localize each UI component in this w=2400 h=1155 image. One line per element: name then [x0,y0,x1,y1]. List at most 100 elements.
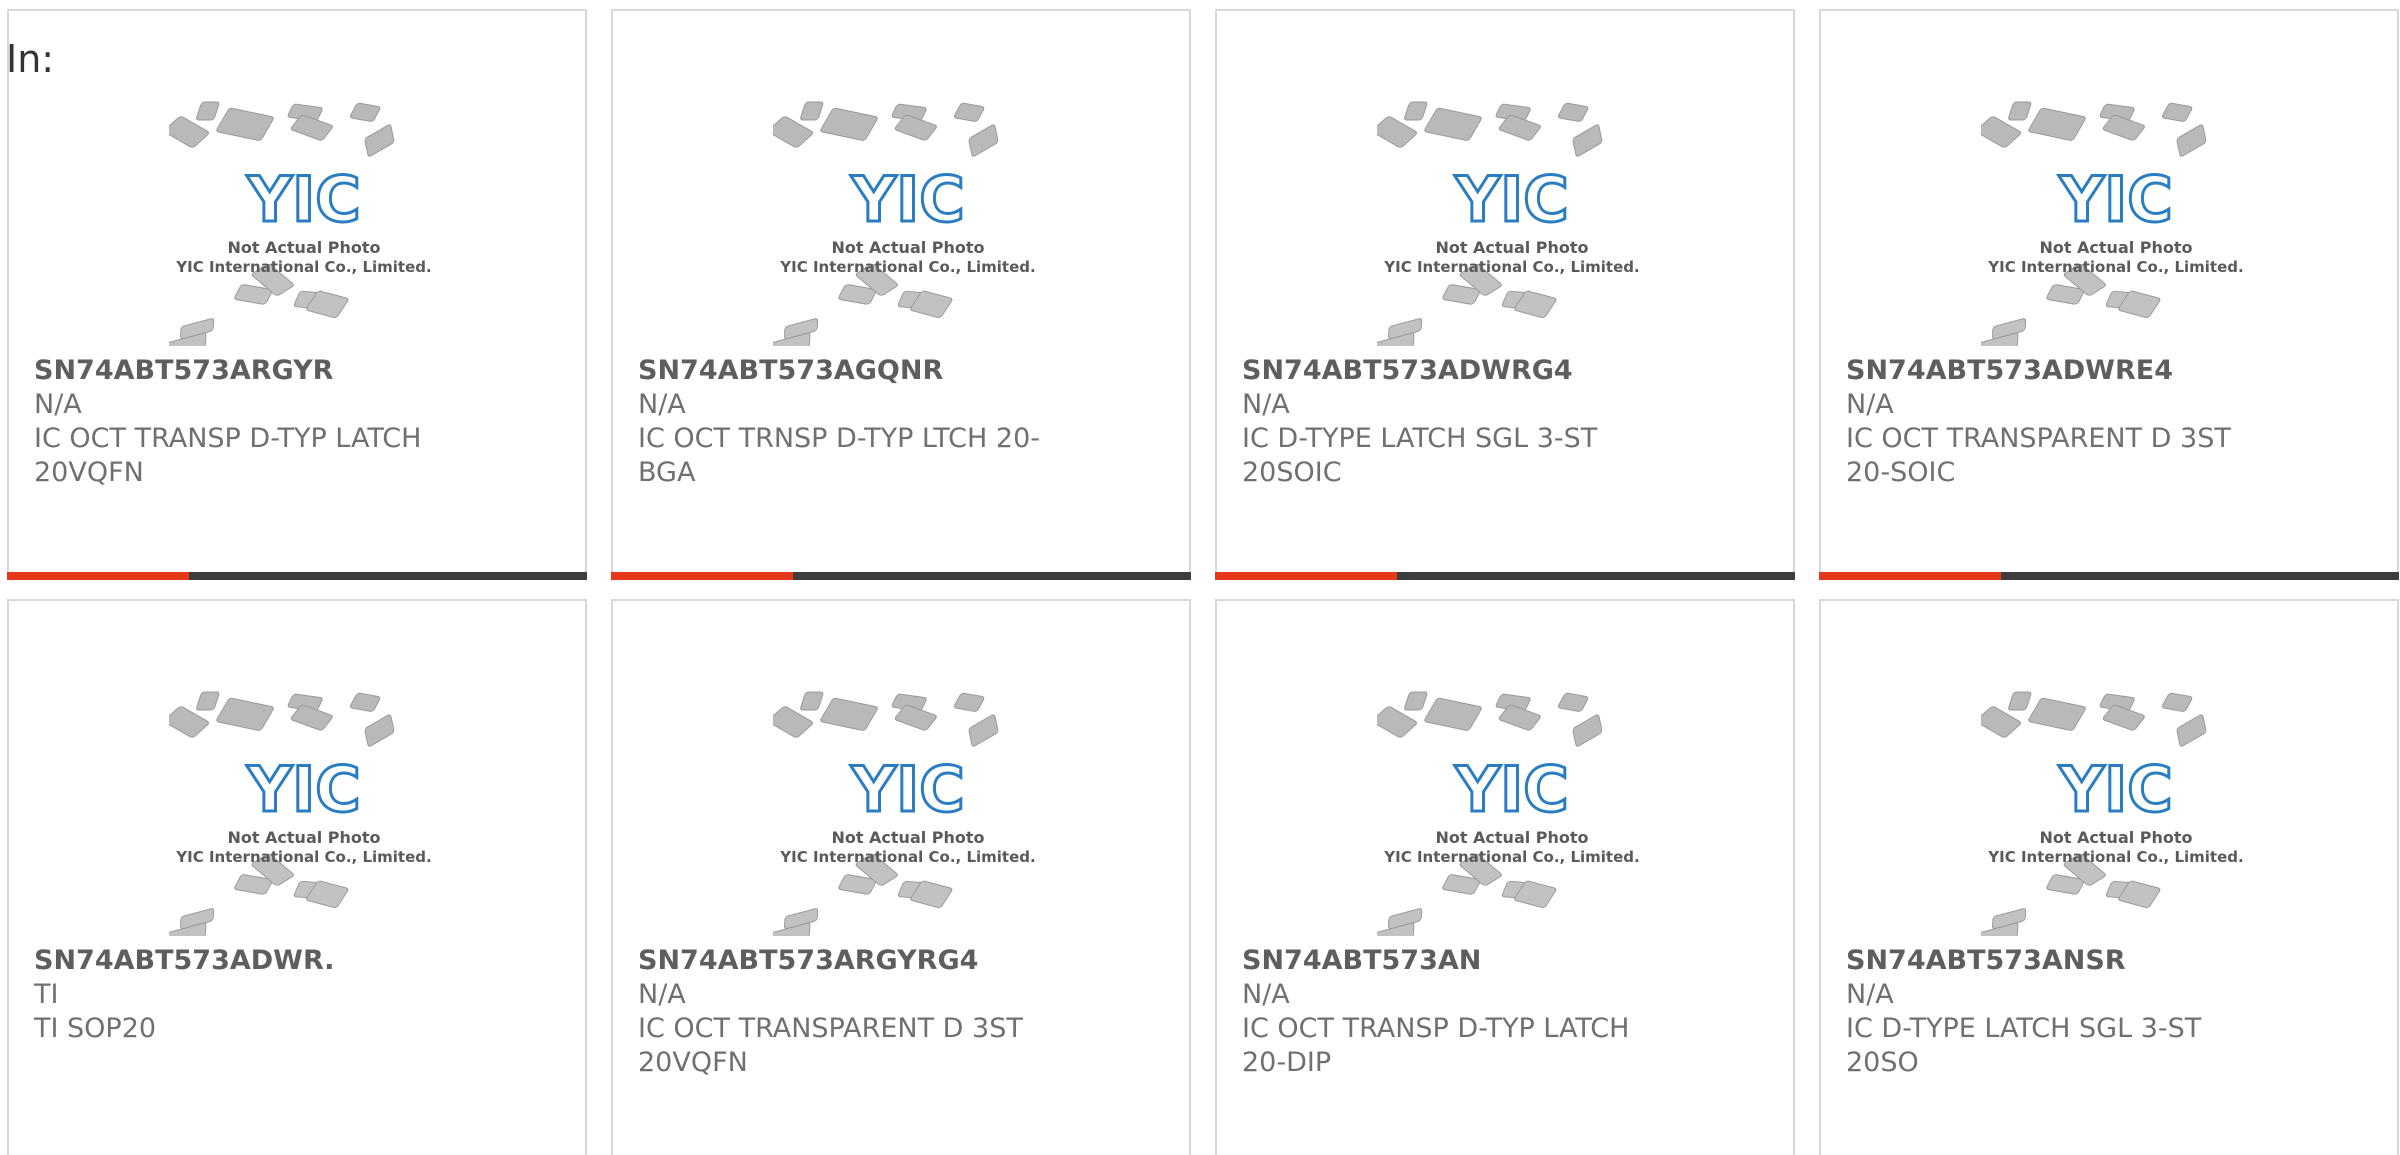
card-accent-bar [611,572,793,580]
manufacturer: TI [34,979,59,1010]
product-info: SN74ABT573AGQNR N/A IC OCT TRNSP D-TYP L… [638,354,1118,490]
placeholder-caption-line1: Not Actual Photo [227,828,380,847]
product-image[interactable]: YIC Not Actual Photo YIC International Co.… [1981,691,2251,936]
manufacturer: N/A [1846,389,1894,420]
placeholder-caption-line2: YIC International Co., Limited. [1383,848,1639,866]
chip-icon [1572,714,1603,747]
chip-icon [2028,107,2086,141]
chip-icon [968,714,999,747]
chip-icon [196,101,220,121]
yic-logo: YIC [850,753,964,826]
product-image[interactable]: YIC Not Actual Photo YIC International Co.… [1377,101,1647,346]
part-number[interactable]: SN74ABT573ADWR. [34,944,514,978]
card-accent-bar [1819,572,2001,580]
part-number[interactable]: SN74ABT573AGQNR [638,354,1118,388]
product-image[interactable]: YIC Not Actual Photo YIC International Co.… [1981,101,2251,346]
product-image[interactable]: YIC Not Actual Photo YIC International Co.… [773,691,1043,936]
manufacturer: N/A [34,389,82,420]
placeholder-caption-line1: Not Actual Photo [1435,828,1588,847]
placeholder-caption-line1: Not Actual Photo [2039,238,2192,257]
yic-logo: YIC [246,753,360,826]
manufacturer: N/A [1846,979,1894,1010]
description: IC OCT TRANSPARENT D 3ST 20VQFN [638,1013,1023,1078]
not-actual-photo-placeholder: YIC Not Actual PhotoYIC International Co.… [169,101,432,346]
product-info: SN74ABT573AN N/A IC OCT TRANSP D-TYP LAT… [1242,944,1722,1080]
placeholder-caption-line2: YIC International Co., Limited. [779,848,1035,866]
description: IC D-TYPE LATCH SGL 3-ST 20SOIC [1242,423,1598,488]
part-number[interactable]: SN74ABT573ARGYR [34,354,514,388]
part-number[interactable]: SN74ABT573ADWRE4 [1846,354,2326,388]
description: IC OCT TRANSP D-TYP LATCH 20VQFN [34,423,422,488]
description: IC D-TYPE LATCH SGL 3-ST 20SO [1846,1013,2202,1078]
card-bottom-bar [1215,572,1795,580]
chip-icon [1572,124,1603,157]
chip-icon [953,102,985,122]
placeholder-caption-line2: YIC International Co., Limited. [175,848,431,866]
yic-logo: YIC [2058,163,2172,236]
product-image[interactable]: YIC Not Actual Photo YIC International Co.… [1377,691,1647,936]
chip-icon [2028,697,2086,731]
chip-icon [773,116,814,148]
chip-icon [1424,107,1482,141]
placeholder-caption-line1: Not Actual Photo [227,238,380,257]
card-bottom-bar [611,572,1191,580]
card-bottom-bar [1819,572,2399,580]
part-number[interactable]: SN74ABT573ANSR [1846,944,2326,978]
description: IC OCT TRANSPARENT D 3ST 20-SOIC [1846,423,2231,488]
chip-icon [968,124,999,157]
manufacturer: N/A [638,389,686,420]
card-accent-bar [1215,572,1397,580]
card-accent-bar [7,572,189,580]
product-info: SN74ABT573ARGYR N/A IC OCT TRANSP D-TYP … [34,354,514,490]
product-card[interactable]: YIC Not Actual Photo YIC International Co.… [1819,599,2399,1155]
not-actual-photo-placeholder: YIC Not Actual PhotoYIC International Co.… [1981,101,2244,346]
placeholder-caption-line1: Not Actual Photo [1435,238,1588,257]
product-card[interactable]: YIC Not Actual Photo YIC International Co.… [7,599,587,1155]
chip-icon [1557,692,1589,712]
chip-icon [1981,706,2022,738]
not-actual-photo-placeholder: YIC Not Actual PhotoYIC International Co.… [1981,691,2244,936]
chip-icon [169,706,210,738]
chip-icon [349,692,381,712]
product-card[interactable]: YIC Not Actual Photo YIC International Co.… [611,599,1191,1155]
product-image[interactable]: YIC Not Actual Photo YIC International Co.… [169,691,439,936]
chip-icon [1557,102,1589,122]
chip-icon [1377,706,1418,738]
placeholder-caption-line2: YIC International Co., Limited. [1987,258,2243,276]
chip-icon [364,124,395,157]
not-actual-photo-placeholder: YIC Not Actual PhotoYIC International Co.… [1377,691,1640,936]
yic-logo: YIC [1454,163,1568,236]
description: TI SOP20 [34,1013,157,1044]
product-image[interactable]: YIC Not Actual Photo YIC International Co.… [773,101,1043,346]
product-card[interactable]: YIC Not Actual Photo YIC International Co.… [1215,599,1795,1155]
placeholder-caption-line2: YIC International Co., Limited. [1987,848,2243,866]
product-card[interactable]: YIC Not Actual Photo YIC International Co.… [1215,9,1795,580]
part-number[interactable]: SN74ABT573ARGYRG4 [638,944,1118,978]
chip-icon [1404,101,1428,121]
not-actual-photo-placeholder: YIC Not Actual PhotoYIC International Co.… [169,691,432,936]
chip-icon [773,706,814,738]
chip-icon [800,101,824,121]
description: IC OCT TRANSP D-TYP LATCH 20-DIP [1242,1013,1630,1078]
not-actual-photo-placeholder: YIC Not Actual PhotoYIC International Co.… [773,691,1036,936]
part-number[interactable]: SN74ABT573ADWRG4 [1242,354,1722,388]
product-info: SN74ABT573ADWRE4 N/A IC OCT TRANSPARENT … [1846,354,2326,490]
chip-icon [2008,691,2032,711]
placeholder-caption-line1: Not Actual Photo [831,238,984,257]
product-image[interactable]: YIC Not Actual Photo YIC International Co.… [169,101,439,346]
placeholder-caption-line1: Not Actual Photo [2039,828,2192,847]
chip-icon [364,714,395,747]
product-card[interactable]: YIC Not Actual Photo YIC International Co.… [611,9,1191,580]
yic-logo: YIC [1454,753,1568,826]
part-number[interactable]: SN74ABT573AN [1242,944,1722,978]
in-label: In: [6,37,55,81]
yic-logo: YIC [2058,753,2172,826]
product-info: SN74ABT573ADWRG4 N/A IC D-TYPE LATCH SGL… [1242,354,1722,490]
product-card[interactable]: YIC Not Actual Photo YIC International Co.… [1819,9,2399,580]
placeholder-caption-line1: Not Actual Photo [831,828,984,847]
chip-icon [2161,102,2193,122]
product-card[interactable]: YIC Not Actual Photo YIC International Co.… [7,9,587,580]
product-info: SN74ABT573ADWR. TI TI SOP20 [34,944,514,1046]
chip-icon [1981,116,2022,148]
yic-logo: YIC [850,163,964,236]
